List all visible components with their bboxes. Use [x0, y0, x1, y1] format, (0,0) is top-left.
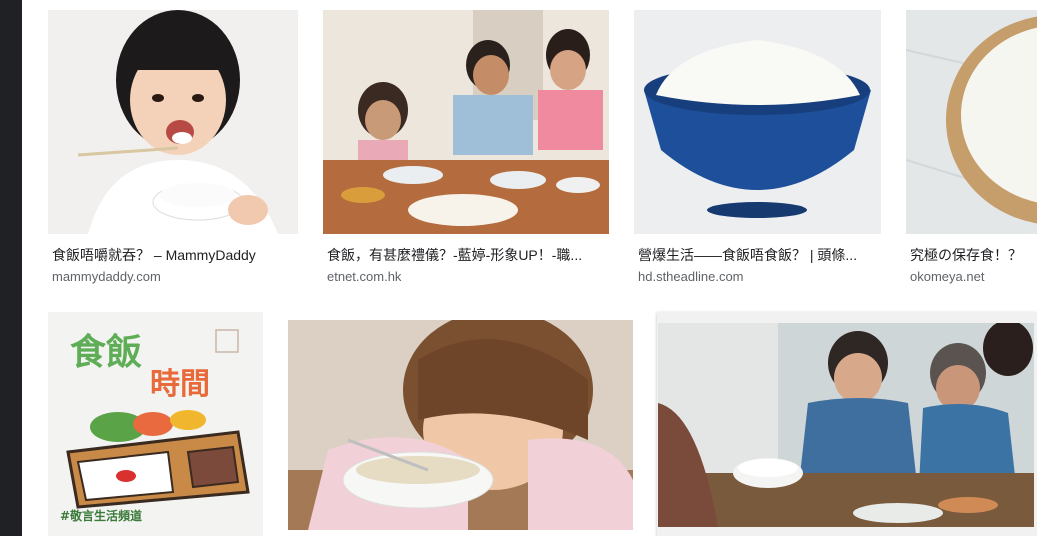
result-thumbnail[interactable]	[906, 10, 1037, 234]
image-result-1[interactable]: 食飯唔嚼就吞？ – MammyDaddy mammydaddy.com	[48, 10, 298, 290]
family-dinner-image	[323, 10, 609, 234]
image-result-5[interactable]: 食飯 時間 #敬言生活頻道	[48, 312, 263, 536]
result-title[interactable]: 食飯唔嚼就吞？ – MammyDaddy	[52, 246, 298, 264]
result-title[interactable]: 食飯，有甚麼禮儀？-藍婷-形象UP！-職...	[327, 246, 609, 264]
family-eating-rice-image	[658, 323, 1034, 527]
mealtime-lunchbox-illustration: 食飯 時間 #敬言生活頻道	[48, 312, 263, 536]
image-result-3[interactable]: 營爆生活——食飯唔食飯？ | 頭條... hd.stheadline.com	[634, 10, 881, 290]
left-panel-edge	[0, 0, 22, 536]
result-thumbnail[interactable]	[634, 10, 881, 234]
result-title[interactable]: 究極の保存食！？	[910, 246, 1037, 264]
rice-bowl-image	[634, 10, 881, 234]
result-source[interactable]: mammydaddy.com	[52, 269, 161, 285]
result-title[interactable]: 營爆生活——食飯唔食飯？ | 頭條...	[638, 246, 881, 264]
image-result-6[interactable]	[288, 320, 633, 530]
image-result-7[interactable]	[657, 312, 1037, 536]
result-source[interactable]: etnet.com.hk	[327, 269, 401, 285]
toddler-eating-soup-image	[288, 320, 633, 530]
illustration-heading-2: 時間	[150, 367, 210, 402]
result-source[interactable]: hd.stheadline.com	[638, 269, 744, 285]
child-eating-rice-image	[48, 10, 298, 234]
image-result-2[interactable]: 食飯，有甚麼禮儀？-藍婷-形象UP！-職... etnet.com.hk	[323, 10, 609, 290]
rice-in-wooden-bowl-image	[906, 10, 1037, 234]
illustration-footer-text: #敬言生活頻道	[60, 508, 142, 523]
result-thumbnail[interactable]	[658, 323, 1034, 527]
result-source[interactable]: okomeya.net	[910, 269, 984, 285]
result-thumbnail[interactable]	[48, 10, 298, 234]
image-result-4[interactable]: 究極の保存食！？ okomeya.net	[906, 10, 1037, 290]
illustration-heading-1: 食飯	[70, 332, 142, 373]
result-thumbnail[interactable]: 食飯 時間 #敬言生活頻道	[48, 312, 263, 536]
result-thumbnail[interactable]	[288, 320, 633, 530]
result-thumbnail[interactable]	[323, 10, 609, 234]
